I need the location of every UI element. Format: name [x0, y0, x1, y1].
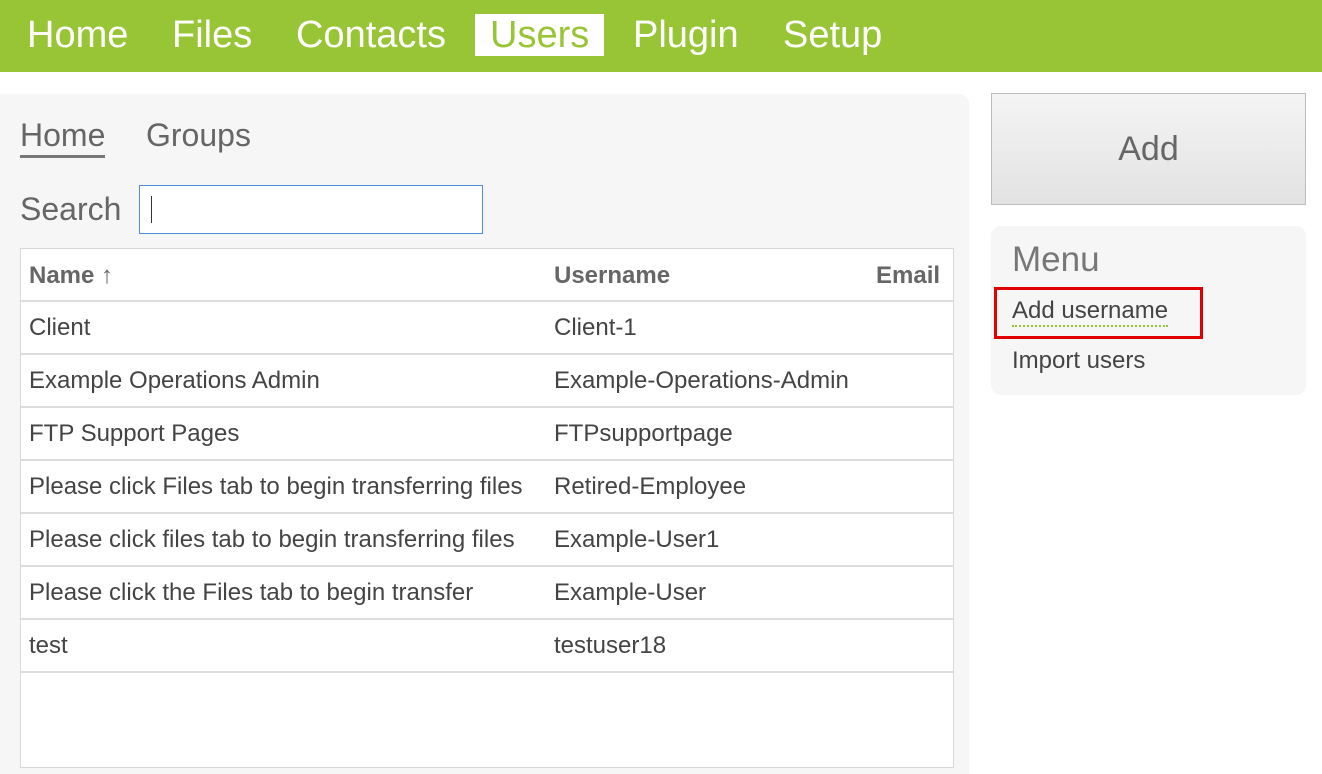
cell-username: Retired-Employee	[554, 473, 747, 500]
cell-username: FTPsupportpage	[554, 420, 733, 447]
table-row[interactable]: FTP Support Pages FTPsupportpage	[21, 407, 953, 461]
nav-item-contacts[interactable]: Contacts	[296, 14, 446, 56]
nav-item-users[interactable]: Users	[475, 14, 605, 56]
cell-name: Please click Files tab to begin transfer…	[29, 473, 523, 500]
column-header-username[interactable]: Username	[554, 262, 670, 290]
cell-name: Please click files tab to begin transfer…	[29, 526, 515, 553]
cell-name: FTP Support Pages	[29, 420, 240, 447]
column-header-email[interactable]: Email	[876, 262, 940, 290]
cell-username: Client-1	[554, 314, 637, 341]
subtab-home[interactable]: Home	[20, 115, 106, 158]
nav-item-plugin[interactable]: Plugin	[633, 14, 739, 56]
add-button[interactable]: Add	[991, 93, 1306, 205]
search-input[interactable]	[139, 185, 483, 234]
table-row[interactable]: Please click the Files tab to begin tran…	[21, 566, 953, 620]
text-cursor	[151, 196, 152, 223]
table-header: Name ↑ Username Email	[21, 249, 953, 302]
cell-name: Example Operations Admin	[29, 367, 320, 394]
cell-name: Please click the Files tab to begin tran…	[29, 579, 474, 606]
column-header-name[interactable]: Name ↑	[29, 262, 113, 290]
menu-item-import-users[interactable]: Import users	[1012, 347, 1145, 375]
highlight-box	[994, 287, 1203, 339]
table-row[interactable]: Client Client-1	[21, 301, 953, 355]
cell-username: Example-User1	[554, 526, 720, 553]
top-nav-bar: Home Files Contacts Users Plugin Setup	[0, 0, 1322, 72]
search-label: Search	[20, 191, 122, 227]
table-row[interactable]: Example Operations Admin Example-Operati…	[21, 354, 953, 408]
cell-username: Example-User	[554, 579, 707, 606]
cell-name: test	[29, 632, 68, 659]
table-row[interactable]: test testuser18	[21, 619, 953, 673]
cell-name: Client	[29, 314, 91, 341]
cell-username: testuser18	[554, 632, 667, 659]
subtab-groups[interactable]: Groups	[146, 115, 251, 155]
users-table: Name ↑ Username Email Client Client-1 Ex…	[20, 248, 954, 768]
nav-item-setup[interactable]: Setup	[783, 14, 882, 56]
menu-title: Menu	[1012, 240, 1100, 279]
table-row[interactable]: Please click Files tab to begin transfer…	[21, 460, 953, 514]
nav-item-files[interactable]: Files	[172, 14, 252, 56]
cell-username: Example-Operations-Admin	[554, 367, 849, 394]
nav-item-home[interactable]: Home	[27, 14, 128, 56]
table-row[interactable]: Please click files tab to begin transfer…	[21, 513, 953, 567]
